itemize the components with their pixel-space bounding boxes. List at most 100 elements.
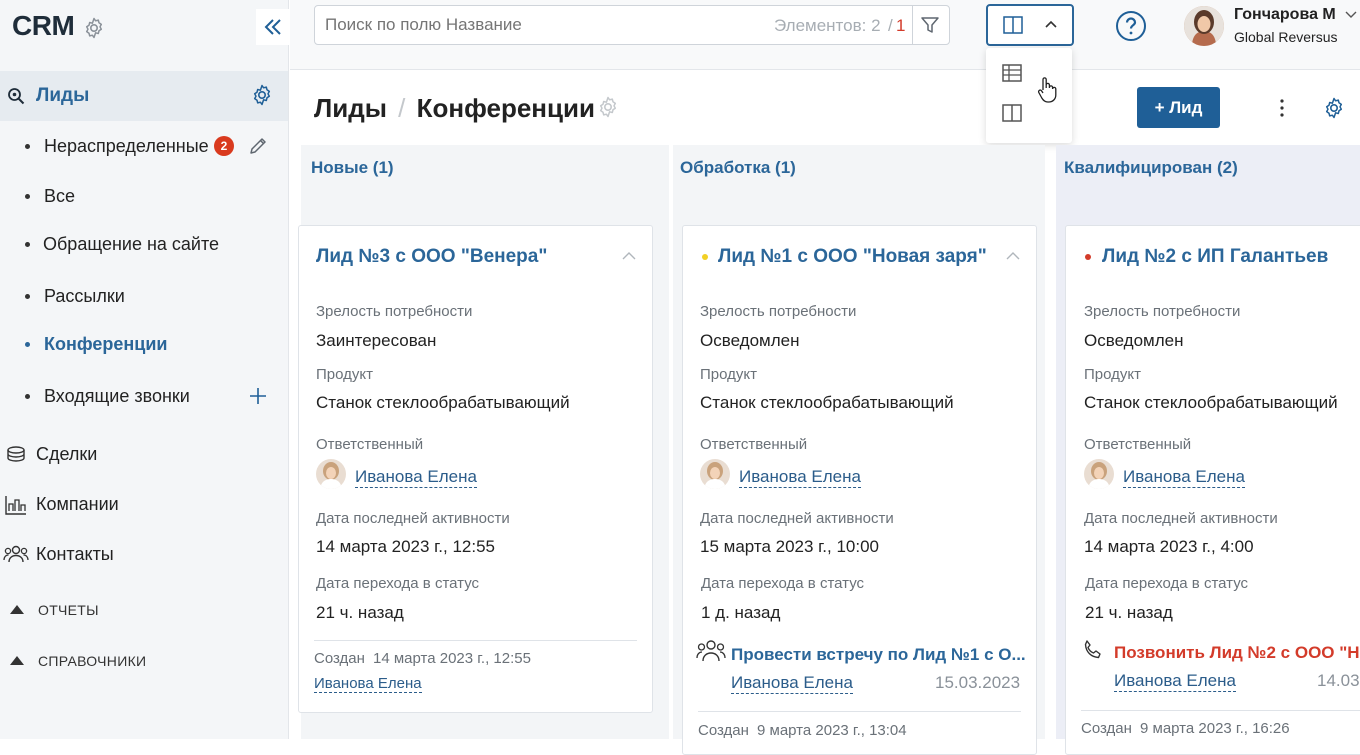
created-date: 9 марта 2023 г., 13:04 — [757, 722, 907, 739]
nav-deals-label: Сделки — [36, 444, 98, 464]
created-date: 9 марта 2023 г., 16:26 — [1140, 720, 1290, 737]
kanban-view-icon — [1002, 104, 1022, 122]
activity-indicator-dot — [702, 254, 708, 260]
breadcrumb-parent[interactable]: Лиды — [314, 93, 387, 123]
sidebar-item-label: Входящие звонки — [44, 385, 190, 406]
nav-contacts[interactable]: Контакты — [0, 533, 288, 577]
sidebar-item-label: Обращение на сайте — [43, 233, 220, 254]
view-mode-select[interactable] — [986, 4, 1074, 46]
lead-card-title[interactable]: Лид №1 с ООО "Новая заря" — [718, 246, 987, 268]
app-logo[interactable]: CRM — [12, 10, 75, 42]
task-date: 15.03.2023 — [935, 673, 1021, 692]
search-divider — [912, 6, 913, 44]
created-by-link[interactable]: Иванова Елена — [314, 675, 422, 693]
section-reports[interactable]: ОТЧЕТЫ — [0, 595, 288, 625]
help-question-icon[interactable] — [1115, 10, 1147, 42]
field-label-product: Продукт — [1084, 366, 1141, 383]
view-option-kanban[interactable] — [986, 94, 1072, 132]
filter-funnel-icon[interactable] — [920, 15, 940, 35]
collapse-triangle-icon — [10, 605, 24, 614]
chevron-up-icon[interactable] — [1006, 252, 1020, 260]
lead-card[interactable]: Лид №1 с ООО "Новая заря" Зрелость потре… — [682, 225, 1037, 755]
nav-companies[interactable]: Компании — [0, 483, 288, 527]
field-value-product: Станок стеклообрабатывающий — [316, 393, 570, 412]
nav-leads-label: Лиды — [36, 85, 90, 106]
board-settings-gear-icon[interactable] — [1322, 96, 1346, 120]
edit-pencil-icon[interactable] — [248, 136, 268, 156]
nav-contacts-label: Контакты — [36, 544, 114, 564]
search-bar[interactable]: Элементов: 2 / 1 — [314, 5, 950, 45]
activity-task-link[interactable]: Позвонить Лид №2 с ООО "Но — [1114, 643, 1360, 663]
phone-icon — [1082, 639, 1104, 661]
nav-deals[interactable]: Сделки — [0, 433, 288, 477]
section-references-label: СПРАВОЧНИКИ — [38, 653, 147, 669]
elements-count-separator: / — [888, 16, 893, 35]
sidebar-item-conferences[interactable]: Конференции — [0, 322, 288, 366]
nav-leads[interactable]: Лиды — [0, 71, 288, 121]
field-value-maturity: Осведомлен — [1084, 331, 1184, 350]
section-references[interactable]: СПРАВОЧНИКИ — [0, 646, 288, 676]
sidebar-item-unassigned[interactable]: Нераспределенные 2 — [0, 124, 288, 168]
bullet — [25, 193, 30, 199]
lead-card-title[interactable]: Лид №3 с ООО "Венера" — [316, 246, 547, 268]
sidebar-item-label: Все — [44, 185, 76, 206]
more-vertical-icon[interactable] — [1279, 98, 1285, 118]
field-label-maturity: Зрелость потребности — [700, 303, 857, 320]
field-label-maturity: Зрелость потребности — [1084, 303, 1241, 320]
view-option-list[interactable] — [986, 54, 1072, 92]
column-title[interactable]: Обработка (1) — [680, 158, 796, 178]
user-avatar[interactable] — [1184, 6, 1224, 46]
field-label-last-activity: Дата последней активности — [1084, 510, 1278, 527]
responsible-user-link[interactable]: Иванова Елена — [355, 467, 477, 488]
activity-indicator-dot — [1085, 254, 1091, 260]
sidebar-item-mailings[interactable]: Рассылки — [0, 274, 288, 318]
task-user-link[interactable]: Иванова Елена — [731, 673, 853, 694]
avatar — [1084, 459, 1114, 489]
contacts-people-icon — [3, 544, 29, 564]
created-label: Создан — [314, 650, 365, 667]
field-value-last-activity: 14 марта 2023 г., 12:55 — [316, 537, 496, 556]
activity-task-link[interactable]: Провести встречу по Лид №1 с О... — [731, 645, 1026, 665]
responsible-user-link[interactable]: Иванова Елена — [739, 467, 861, 488]
lead-card[interactable]: Лид №3 с ООО "Венера" Зрелость потребнос… — [298, 225, 653, 713]
lead-card[interactable]: Лид №2 с ИП Галантьев Зрелость потребнос… — [1065, 225, 1360, 755]
sidebar-item-label: Конференции — [44, 333, 168, 354]
unassigned-count-badge: 2 — [214, 136, 234, 156]
bullet — [25, 143, 30, 149]
avatar — [316, 459, 346, 489]
chevron-up-icon[interactable] — [622, 252, 636, 260]
responsible-user-link[interactable]: Иванова Елена — [1123, 467, 1245, 488]
created-label: Создан — [698, 722, 749, 739]
collapse-sidebar-button[interactable] — [256, 9, 290, 45]
bullet — [25, 341, 30, 347]
sidebar-item-incoming-calls[interactable]: Входящие звонки — [0, 374, 288, 418]
page-title: Конференции — [416, 93, 595, 123]
page-settings-gear-icon[interactable] — [596, 95, 620, 119]
crm-settings-gear-icon[interactable] — [82, 16, 106, 40]
hand-cursor-icon — [1036, 76, 1058, 104]
field-label-product: Продукт — [700, 366, 757, 383]
sidebar-item-all[interactable]: Все — [0, 174, 288, 218]
section-reports-label: ОТЧЕТЫ — [38, 602, 99, 618]
column-title[interactable]: Новые (1) — [311, 158, 394, 178]
meeting-people-icon — [696, 639, 726, 663]
field-value-status-change: 21 ч. назад — [1085, 603, 1173, 622]
field-label-status-change: Дата перехода в статус — [1085, 575, 1249, 592]
double-chevron-left-icon — [262, 16, 284, 38]
column-title[interactable]: Квалифицирован (2) — [1064, 158, 1238, 178]
add-lead-button[interactable]: + Лид — [1137, 87, 1220, 128]
sidebar-item-website[interactable]: Обращение на сайте — [0, 222, 288, 266]
task-user-link[interactable]: Иванова Елена — [1114, 671, 1236, 692]
lead-card-title[interactable]: Лид №2 с ИП Галантьев — [1102, 246, 1328, 268]
field-label-last-activity: Дата последней активности — [316, 510, 510, 527]
chevron-down-icon[interactable] — [1345, 11, 1357, 19]
field-value-product: Станок стеклообрабатывающий — [1084, 393, 1338, 412]
collapse-triangle-icon — [10, 656, 24, 665]
field-label-responsible: Ответственный — [700, 436, 808, 453]
field-label-responsible: Ответственный — [1084, 436, 1192, 453]
add-plus-icon[interactable] — [249, 387, 267, 405]
field-value-last-activity: 14 марта 2023 г., 4:00 — [1084, 537, 1254, 556]
user-name[interactable]: Гончарова М — [1234, 6, 1336, 24]
leads-settings-gear-icon[interactable] — [250, 83, 274, 107]
search-input[interactable] — [325, 14, 745, 36]
